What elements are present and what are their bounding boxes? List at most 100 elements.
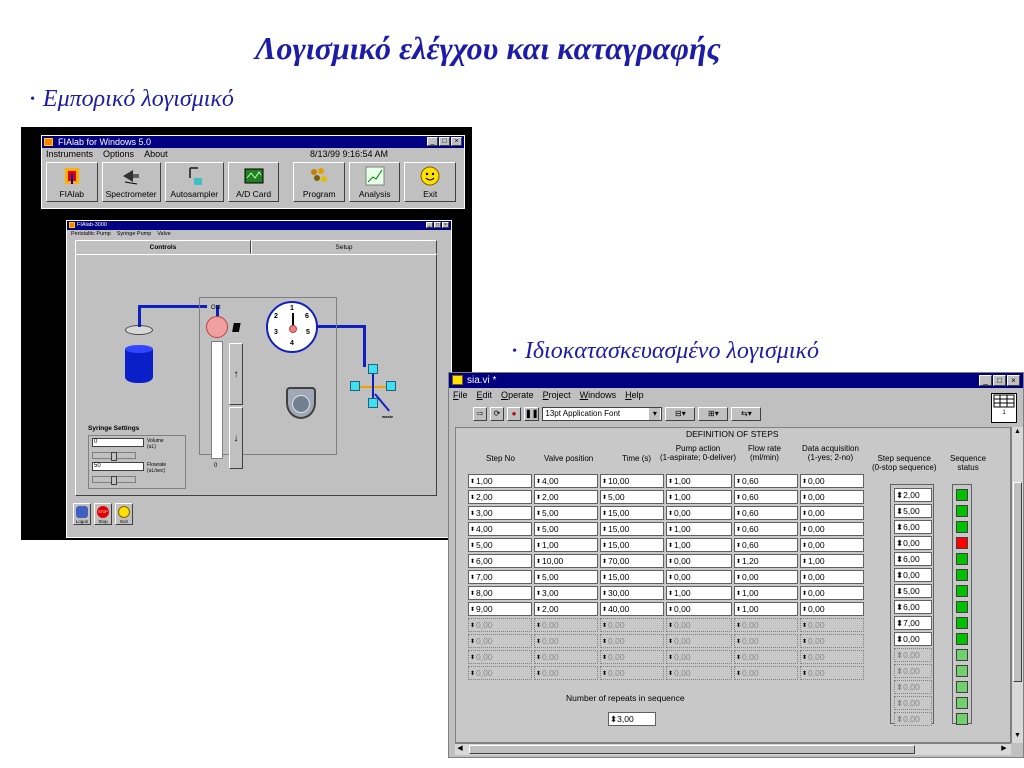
table-cell[interactable]: ⬍4,00 xyxy=(534,474,598,488)
menu-instruments[interactable]: Instruments xyxy=(46,148,93,160)
table-cell[interactable]: ⬍0,60 xyxy=(734,506,798,520)
table-cell[interactable]: ⬍5,00 xyxy=(468,538,532,552)
table-cell[interactable]: ⬍0,00 xyxy=(734,570,798,584)
scroll-right-icon[interactable]: ▶ xyxy=(999,744,1009,754)
minimize-icon[interactable]: _ xyxy=(427,137,438,146)
tab-controls[interactable]: Controls xyxy=(75,240,251,254)
table-cell[interactable]: ⬍0,00 xyxy=(734,650,798,664)
table-cell[interactable]: ⬍0,00 xyxy=(800,634,864,648)
table-cell[interactable]: ⬍0,00 xyxy=(800,602,864,616)
flowrate-slider[interactable] xyxy=(92,476,136,485)
flowrate-field[interactable]: 50 xyxy=(92,462,144,471)
program-button[interactable]: Program xyxy=(293,162,345,202)
table-cell[interactable]: ⬍10,00 xyxy=(600,474,664,488)
table-cell[interactable]: ⬍0,00 xyxy=(666,650,732,664)
volume-field[interactable]: 0 xyxy=(92,438,144,447)
volume-slider[interactable] xyxy=(92,452,136,461)
table-cell[interactable]: ⬍10,00 xyxy=(534,554,598,568)
table-cell[interactable]: ⬍15,00 xyxy=(600,506,664,520)
table-cell[interactable]: ⬍70,00 xyxy=(600,554,664,568)
menu-syringe-pump[interactable]: Syringe Pump xyxy=(117,230,152,238)
table-cell[interactable]: ⬍0,00 xyxy=(800,522,864,536)
selection-valve-dial[interactable]: 1 6 5 4 3 2 xyxy=(266,301,318,353)
table-cell[interactable]: ⬍5,00 xyxy=(534,506,598,520)
run-arrow-icon[interactable]: ⇨ xyxy=(473,407,487,421)
table-cell[interactable]: ⬍9,00 xyxy=(468,602,532,616)
table-cell[interactable]: ⬍2,00 xyxy=(534,490,598,504)
table-cell[interactable]: ⬍1,00 xyxy=(666,522,732,536)
scroll-up-icon[interactable]: ▲ xyxy=(1012,427,1023,437)
table-cell[interactable]: ⬍0,00 xyxy=(666,554,732,568)
sequence-item[interactable]: ⬍0,00 xyxy=(894,648,932,662)
table-cell[interactable]: ⬍0,00 xyxy=(800,506,864,520)
scroll-left-icon[interactable]: ◀ xyxy=(455,744,465,754)
minimize-icon[interactable]: _ xyxy=(979,375,992,386)
table-cell[interactable]: ⬍1,00 xyxy=(800,554,864,568)
maximize-icon[interactable]: □ xyxy=(993,375,1006,386)
table-cell[interactable]: ⬍0,00 xyxy=(666,666,732,680)
table-cell[interactable]: ⬍6,00 xyxy=(468,554,532,568)
table-cell[interactable]: ⬍1,00 xyxy=(666,586,732,600)
close-icon[interactable]: × xyxy=(451,137,462,146)
repeats-input[interactable]: ⬍3,00 xyxy=(608,712,656,726)
maximize-icon[interactable]: □ xyxy=(439,137,450,146)
scroll-thumb[interactable] xyxy=(1013,482,1022,682)
table-cell[interactable]: ⬍0,00 xyxy=(468,618,532,632)
table-cell[interactable]: ⬍0,00 xyxy=(800,538,864,552)
table-cell[interactable]: ⬍5,00 xyxy=(534,570,598,584)
table-cell[interactable]: ⬍15,00 xyxy=(600,522,664,536)
menu-about[interactable]: About xyxy=(144,148,168,160)
menu-operate[interactable]: Operate xyxy=(501,388,534,402)
horizontal-scrollbar[interactable]: ◀ ▶ xyxy=(455,743,1011,755)
table-cell[interactable]: ⬍8,00 xyxy=(468,586,532,600)
table-cell[interactable]: ⬍40,00 xyxy=(600,602,664,616)
table-cell[interactable]: ⬍0,00 xyxy=(534,634,598,648)
table-cell[interactable]: ⬍0,00 xyxy=(468,666,532,680)
table-cell[interactable]: ⬍0,00 xyxy=(666,602,732,616)
vi-connector-icon[interactable]: 1 xyxy=(991,393,1017,423)
table-cell[interactable]: ⬍1,00 xyxy=(666,474,732,488)
sequence-item[interactable]: ⬍0,00 xyxy=(894,664,932,678)
table-cell[interactable]: ⬍0,00 xyxy=(734,634,798,648)
table-cell[interactable]: ⬍2,00 xyxy=(468,490,532,504)
logon-button[interactable]: Logon xyxy=(73,503,91,525)
table-cell[interactable]: ⬍0,00 xyxy=(600,650,664,664)
table-cell[interactable]: ⬍3,00 xyxy=(468,506,532,520)
close-icon[interactable]: × xyxy=(1007,375,1020,386)
table-cell[interactable]: ⬍0,00 xyxy=(468,634,532,648)
valve-manifold[interactable]: waste xyxy=(346,364,402,420)
table-cell[interactable]: ⬍1,00 xyxy=(666,490,732,504)
reorder-icon[interactable]: ⇆▾ xyxy=(731,407,762,421)
table-cell[interactable]: ⬍0,00 xyxy=(600,634,664,648)
table-cell[interactable]: ⬍1,00 xyxy=(734,586,798,600)
table-cell[interactable]: ⬍2,00 xyxy=(534,602,598,616)
menu-project[interactable]: Project xyxy=(543,388,571,402)
table-cell[interactable]: ⬍30,00 xyxy=(600,586,664,600)
close-icon[interactable]: × xyxy=(442,222,449,228)
syringe-down-button[interactable]: ↓ xyxy=(229,407,243,469)
table-cell[interactable]: ⬍1,00 xyxy=(734,602,798,616)
abort-icon[interactable]: ● xyxy=(507,407,521,421)
table-cell[interactable]: ⬍15,00 xyxy=(600,570,664,584)
sequence-item[interactable]: ⬍7,00 xyxy=(894,616,932,630)
table-cell[interactable]: ⬍1,00 xyxy=(666,538,732,552)
vertical-scrollbar[interactable]: ▲ ▼ xyxy=(1011,427,1023,743)
stop-button[interactable]: STOP Stop xyxy=(94,503,112,525)
ad-card-button[interactable]: A/D Card xyxy=(227,162,280,202)
table-cell[interactable]: ⬍0,00 xyxy=(800,490,864,504)
run-continuous-icon[interactable]: ⟳ xyxy=(490,407,504,421)
table-cell[interactable]: ⬍0,00 xyxy=(734,666,798,680)
table-cell[interactable]: ⬍1,00 xyxy=(534,538,598,552)
syringe-up-button[interactable]: ↑ xyxy=(229,343,243,405)
table-cell[interactable]: ⬍5,00 xyxy=(600,490,664,504)
syringe-valve-out[interactable] xyxy=(206,316,228,338)
sequence-item[interactable]: ⬍2,00 xyxy=(894,488,932,502)
menu-valve[interactable]: Valve xyxy=(157,230,170,238)
table-cell[interactable]: ⬍0,00 xyxy=(534,618,598,632)
table-cell[interactable]: ⬍0,60 xyxy=(734,538,798,552)
exit-button[interactable]: Exit xyxy=(404,162,456,202)
menu-windows[interactable]: Windows xyxy=(580,388,617,402)
table-cell[interactable]: ⬍0,00 xyxy=(734,618,798,632)
table-cell[interactable]: ⬍0,00 xyxy=(800,570,864,584)
sequence-item[interactable]: ⬍6,00 xyxy=(894,552,932,566)
